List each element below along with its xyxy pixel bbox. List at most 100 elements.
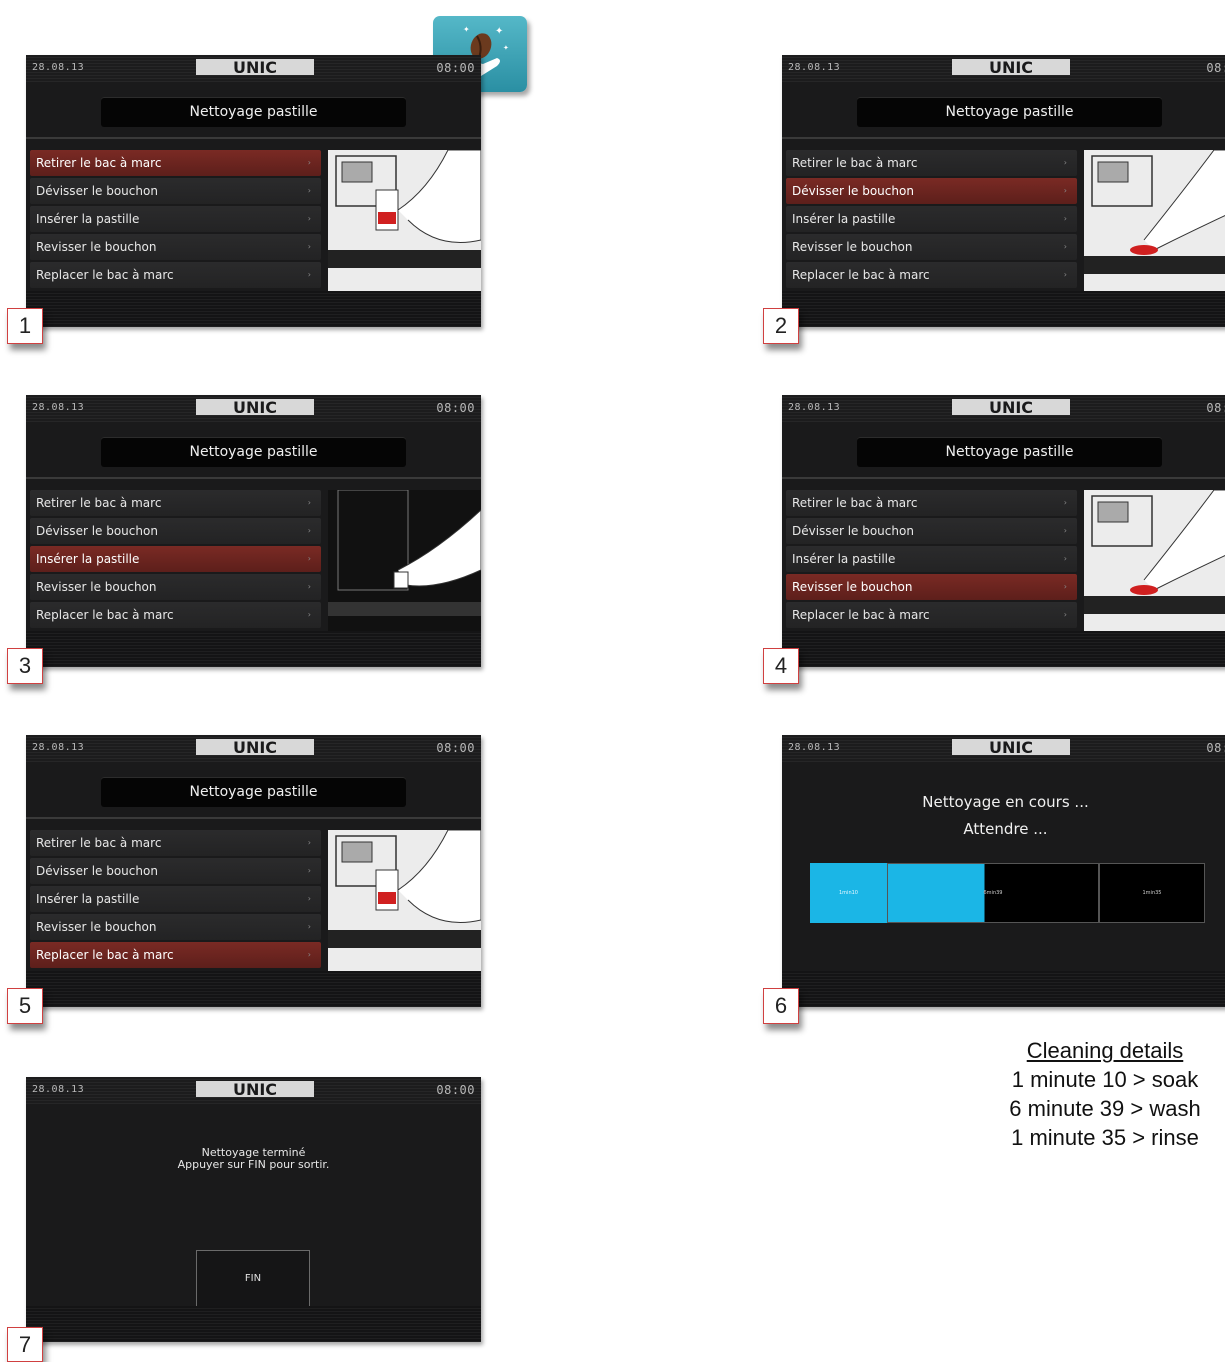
menu-item-inserer[interactable]: Insérer la pastille › [786,206,1077,232]
chevron-right-icon: › [307,498,311,507]
progress-segment-wash: 6min39 [887,863,1099,923]
fin-button[interactable]: FIN [196,1250,310,1310]
menu-item-devisser[interactable]: Dévisser le bouchon › [786,178,1077,204]
menu-item-replacer[interactable]: Replacer le bac à marc › [786,602,1077,628]
progress-title: Nettoyage en cours ... [922,793,1089,811]
divider [782,477,1225,479]
svg-text:UNIC: UNIC [989,398,1033,417]
chevron-right-icon: › [1063,270,1067,279]
details-soak: 1 minute 10 > soak [1011,1067,1199,1092]
svg-text:UNIC: UNIC [989,58,1033,77]
menu-item-revisser[interactable]: Revisser le bouchon › [786,234,1077,260]
machine-illustration [1084,489,1225,633]
menu-item-inserer[interactable]: Insérer la pastille › [30,886,321,912]
menu-item-devisser[interactable]: Dévisser le bouchon › [30,178,321,204]
step-number: 1 [7,308,43,344]
chevron-right-icon: › [1063,498,1067,507]
menu-item-revisser[interactable]: Revisser le bouchon › [30,234,321,260]
machine-illustration [328,149,481,293]
bottom-bar [782,631,1225,667]
menu-item-replacer[interactable]: Replacer le bac à marc › [30,602,321,628]
progress-segment-soak: 1min10 [810,863,887,923]
chevron-right-icon: › [1063,554,1067,563]
details-rinse: 1 minute 35 > rinse [1011,1125,1199,1150]
steps-menu: Retirer le bac à marc › Dévisser le bouch… [30,150,321,290]
bottom-bar [782,971,1225,1007]
chevron-right-icon: › [307,922,311,931]
chevron-right-icon: › [307,526,311,535]
menu-item-retirer[interactable]: Retirer le bac à marc › [30,490,321,516]
svg-text:UNIC: UNIC [233,398,277,417]
menu-item-inserer[interactable]: Insérer la pastille › [30,546,321,572]
menu-item-inserer[interactable]: Insérer la pastille › [30,206,321,232]
screen-title: Nettoyage pastille [101,97,406,127]
svg-text:UNIC: UNIC [233,738,277,757]
time-label: 08:00 [436,1083,475,1097]
machine-illustration [328,489,481,633]
steps-menu: Retirer le bac à marc › Dévisser le bouch… [30,830,321,970]
divider [26,137,481,139]
menu-item-retirer[interactable]: Retirer le bac à marc › [786,150,1077,176]
menu-item-inserer[interactable]: Insérer la pastille › [786,546,1077,572]
details-heading: Cleaning details [1026,1038,1184,1063]
step-number: 4 [763,648,799,684]
time-label: 08:00 [1206,401,1225,415]
menu-item-retirer[interactable]: Retirer le bac à marc › [30,150,321,176]
screen-step-1: 28.08.13 08:00 UNIC Nettoyage pastille R… [26,55,481,327]
step-number: 7 [7,1327,43,1362]
chevron-right-icon: › [307,270,311,279]
chevron-right-icon: › [307,894,311,903]
bottom-bar [26,1306,481,1342]
screen-title: Nettoyage pastille [101,777,406,807]
date-label: 28.08.13 [32,742,85,753]
menu-item-replacer[interactable]: Replacer le bac à marc › [30,942,321,968]
screen-title: Nettoyage pastille [857,97,1162,127]
time-label: 08:00 [436,741,475,755]
menu-item-devisser[interactable]: Dévisser le bouchon › [786,518,1077,544]
bottom-bar [26,971,481,1007]
chevron-right-icon: › [1063,186,1067,195]
menu-item-devisser[interactable]: Dévisser le bouchon › [30,858,321,884]
finish-line-2: Appuyer sur FIN pour sortir. [177,1158,330,1171]
menu-item-revisser[interactable]: Revisser le bouchon › [30,914,321,940]
menu-item-revisser[interactable]: Revisser le bouchon › [786,574,1077,600]
menu-item-devisser[interactable]: Dévisser le bouchon › [30,518,321,544]
menu-item-retirer[interactable]: Retirer le bac à marc › [30,830,321,856]
date-label: 28.08.13 [788,742,841,753]
time-label: 08:00 [436,61,475,75]
chevron-right-icon: › [307,950,311,959]
screen-step-5: 28.08.13 08:00 UNIC Nettoyage pastille R… [26,735,481,1007]
svg-text:✦: ✦ [503,44,509,52]
menu-item-retirer[interactable]: Retirer le bac à marc › [786,490,1077,516]
bottom-bar [782,291,1225,327]
divider [26,817,481,819]
screen-title: Nettoyage pastille [857,437,1162,467]
chevron-right-icon: › [307,866,311,875]
menu-item-revisser[interactable]: Revisser le bouchon › [30,574,321,600]
screen-step-4: 28.08.13 08:00 UNIC Nettoyage pastille R… [782,395,1225,667]
chevron-right-icon: › [307,242,311,251]
brand-logo: UNIC [952,398,1070,417]
svg-text:UNIC: UNIC [233,58,277,77]
brand-logo: UNIC [952,738,1070,757]
steps-menu: Retirer le bac à marc › Dévisser le bouch… [30,490,321,630]
steps-menu: Retirer le bac à marc › Dévisser le bouch… [786,150,1077,290]
bottom-bar [26,291,481,327]
chevron-right-icon: › [1063,242,1067,251]
brand-logo: UNIC [196,1080,314,1099]
date-label: 28.08.13 [788,402,841,413]
date-label: 28.08.13 [788,62,841,73]
step-number: 3 [7,648,43,684]
bottom-bar [26,631,481,667]
chevron-right-icon: › [1063,158,1067,167]
menu-item-replacer[interactable]: Replacer le bac à marc › [786,262,1077,288]
step-number: 2 [763,308,799,344]
screen-title: Nettoyage pastille [101,437,406,467]
chevron-right-icon: › [307,582,311,591]
chevron-right-icon: › [307,610,311,619]
brand-logo: UNIC [196,738,314,757]
time-label: 08:00 [436,401,475,415]
machine-illustration [328,829,481,973]
svg-text:✦: ✦ [495,26,503,37]
menu-item-replacer[interactable]: Replacer le bac à marc › [30,262,321,288]
